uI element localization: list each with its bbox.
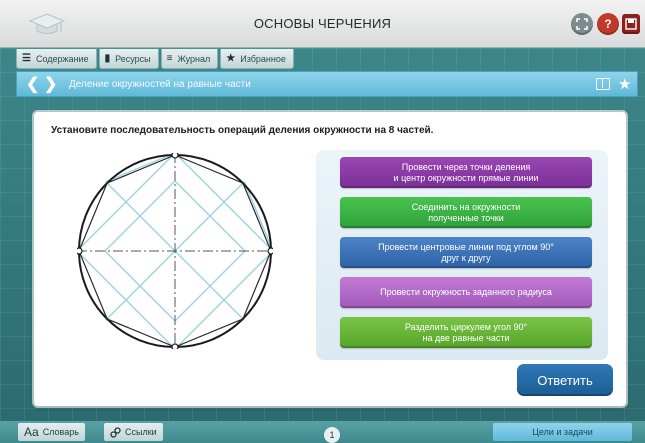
option-line-2: на две равные части (422, 332, 510, 343)
bar-chart-icon: ▮ (104, 53, 111, 64)
link-icon (110, 426, 121, 438)
question-text: Установите последовательность операций д… (51, 125, 434, 136)
list-icon: ☰ (22, 53, 31, 64)
option-line-2: и центр окружности прямые линии (393, 172, 539, 183)
page-number[interactable]: 1 (324, 427, 340, 443)
star-icon: ★ (226, 53, 236, 64)
option-line-1: Соединить на окружности (411, 201, 521, 212)
tab-journal[interactable]: ≡ Журнал (160, 49, 219, 69)
journal-icon: ≡ (166, 53, 173, 64)
tab-contents[interactable]: ☰ Содержание (16, 49, 97, 69)
app-title: ОСНОВЫ ЧЕРЧЕНИЯ (253, 16, 392, 31)
navigation-bar: ❮ ❯ Деление окружностей на равные части … (16, 71, 638, 97)
tab-favorites[interactable]: ★ Избранное (220, 49, 294, 69)
back-arrow-icon[interactable]: ❮ (26, 74, 39, 94)
links-button[interactable]: Ссылки (104, 423, 163, 441)
tab-label: Ресурсы (115, 53, 151, 64)
option-line-2: друг к другу (441, 252, 491, 263)
app-window: ОСНОВЫ ЧЕРЧЕНИЯ ? ☰ Содержание ▮ Ресурсы… (0, 0, 645, 443)
option-bisect-angle[interactable]: Разделить циркулем угол 90° на две равны… (340, 317, 592, 348)
option-line-1: Провести окружность заданного радиуса (380, 287, 552, 297)
tab-label: Журнал (177, 53, 211, 64)
option-line-1: Разделить циркулем угол 90° (404, 321, 528, 332)
goals-button[interactable]: Цели и задачи (493, 423, 632, 441)
option-connect-points[interactable]: Соединить на окружности полученные точки (340, 197, 592, 228)
option-line-2: полученные точки (428, 212, 504, 223)
forward-arrow-icon[interactable]: ❯ (44, 74, 57, 94)
tab-label: Избранное (240, 53, 286, 64)
option-line-1: Провести через точки деления (401, 161, 531, 172)
book-icon[interactable] (596, 78, 610, 90)
tab-resources[interactable]: ▮ Ресурсы (98, 49, 159, 69)
options-panel: Провести через точки деления и центр окр… (316, 150, 608, 360)
answer-button[interactable]: Ответить (517, 364, 613, 396)
fullscreen-button[interactable] (571, 13, 593, 35)
option-draw-center-lines[interactable]: Провести центровые линии под углом 90° д… (340, 237, 592, 268)
links-label: Ссылки (125, 427, 157, 437)
save-icon (625, 18, 637, 30)
fullscreen-icon (576, 18, 588, 30)
favorite-star-icon[interactable]: ★ (618, 75, 631, 93)
glossary-label: Словарь (42, 427, 79, 437)
tab-label: Содержание (35, 53, 89, 64)
help-button[interactable]: ? (597, 13, 619, 35)
option-line-1: Провести центровые линии под углом 90° (378, 241, 554, 252)
title-bar: ОСНОВЫ ЧЕРЧЕНИЯ ? (0, 0, 645, 48)
option-draw-circle[interactable]: Провести окружность заданного радиуса (340, 277, 592, 308)
task-card: Установите последовательность операций д… (34, 112, 626, 406)
breadcrumb: Деление окружностей на равные части (69, 79, 251, 90)
glossary-icon: Aa (24, 425, 39, 439)
tab-bar: ☰ Содержание ▮ Ресурсы ≡ Журнал ★ Избран… (16, 49, 294, 71)
save-button[interactable] (622, 14, 640, 34)
glossary-button[interactable]: Aa Словарь (18, 423, 85, 441)
option-draw-lines-through-points[interactable]: Провести через точки деления и центр окр… (340, 157, 592, 188)
circle-division-drawing (77, 153, 273, 349)
